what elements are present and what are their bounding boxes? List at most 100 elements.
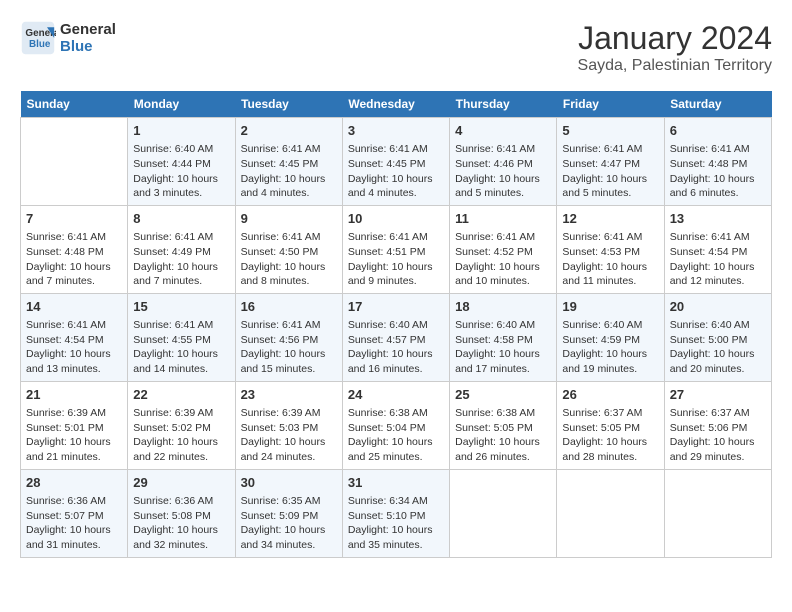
day-number: 2 — [241, 122, 337, 140]
logo-icon: General Blue — [20, 20, 56, 56]
calendar-week-row: 21 Sunrise: 6:39 AMSunset: 5:01 PMDayligh… — [21, 381, 772, 469]
calendar-cell: 11 Sunrise: 6:41 AMSunset: 4:52 PMDayligh… — [450, 205, 557, 293]
calendar-cell: 4Sunrise: 6:41 AMSunset: 4:46 PMDaylight… — [450, 118, 557, 206]
day-number: 24 — [348, 386, 444, 404]
calendar-cell: 17 Sunrise: 6:40 AMSunset: 4:57 PMDayligh… — [342, 293, 449, 381]
day-info: Sunrise: 6:40 AMSunset: 4:57 PMDaylight:… — [348, 318, 444, 377]
day-number: 7 — [26, 210, 122, 228]
day-number: 22 — [133, 386, 229, 404]
logo: General Blue General Blue — [20, 20, 116, 56]
calendar-week-row: 1 Sunrise: 6:40 AMSunset: 4:44 PMDaylight… — [21, 118, 772, 206]
calendar-cell: 10Sunrise: 6:41 AMSunset: 4:51 PMDayligh… — [342, 205, 449, 293]
calendar-cell: 22 Sunrise: 6:39 AMSunset: 5:02 PMDayligh… — [128, 381, 235, 469]
day-number: 14 — [26, 298, 122, 316]
day-info: Sunrise: 6:38 AMSunset: 5:05 PMDaylight:… — [455, 406, 551, 465]
day-info: Sunrise: 6:41 AMSunset: 4:45 PMDaylight:… — [348, 142, 444, 201]
day-info: Sunrise: 6:41 AMSunset: 4:45 PMDaylight:… — [241, 142, 337, 201]
calendar-cell — [21, 118, 128, 206]
day-info: Sunrise: 6:39 AMSunset: 5:02 PMDaylight:… — [133, 406, 229, 465]
day-info: Sunrise: 6:41 AMSunset: 4:48 PMDaylight:… — [670, 142, 766, 201]
calendar-cell: 20 Sunrise: 6:40 AMSunset: 5:00 PMDayligh… — [664, 293, 771, 381]
day-number: 5 — [562, 122, 658, 140]
day-info: Sunrise: 6:41 AMSunset: 4:55 PMDaylight:… — [133, 318, 229, 377]
calendar-cell: 30Sunrise: 6:35 AMSunset: 5:09 PMDayligh… — [235, 469, 342, 557]
day-number: 11 — [455, 210, 551, 228]
calendar-cell: 12 Sunrise: 6:41 AMSunset: 4:53 PMDayligh… — [557, 205, 664, 293]
day-info: Sunrise: 6:38 AMSunset: 5:04 PMDaylight:… — [348, 406, 444, 465]
calendar-cell: 29 Sunrise: 6:36 AMSunset: 5:08 PMDayligh… — [128, 469, 235, 557]
day-info: Sunrise: 6:41 AMSunset: 4:51 PMDaylight:… — [348, 230, 444, 289]
month-title: January 2024 — [578, 20, 772, 57]
day-number: 16 — [241, 298, 337, 316]
day-info: Sunrise: 6:40 AMSunset: 4:44 PMDaylight:… — [133, 142, 229, 201]
logo-general: General — [60, 21, 116, 38]
calendar-cell: 1 Sunrise: 6:40 AMSunset: 4:44 PMDaylight… — [128, 118, 235, 206]
calendar-cell — [450, 469, 557, 557]
calendar-cell: 14 Sunrise: 6:41 AMSunset: 4:54 PMDayligh… — [21, 293, 128, 381]
day-info: Sunrise: 6:40 AMSunset: 4:59 PMDaylight:… — [562, 318, 658, 377]
calendar-cell — [664, 469, 771, 557]
calendar-cell: 5 Sunrise: 6:41 AMSunset: 4:47 PMDaylight… — [557, 118, 664, 206]
col-header-wednesday: Wednesday — [342, 91, 449, 118]
logo-blue: Blue — [60, 38, 116, 55]
day-number: 26 — [562, 386, 658, 404]
day-info: Sunrise: 6:40 AMSunset: 4:58 PMDaylight:… — [455, 318, 551, 377]
calendar-week-row: 14 Sunrise: 6:41 AMSunset: 4:54 PMDayligh… — [21, 293, 772, 381]
col-header-tuesday: Tuesday — [235, 91, 342, 118]
day-number: 13 — [670, 210, 766, 228]
day-info: Sunrise: 6:34 AMSunset: 5:10 PMDaylight:… — [348, 494, 444, 553]
day-info: Sunrise: 6:36 AMSunset: 5:08 PMDaylight:… — [133, 494, 229, 553]
day-number: 23 — [241, 386, 337, 404]
col-header-friday: Friday — [557, 91, 664, 118]
calendar-cell: 9Sunrise: 6:41 AMSunset: 4:50 PMDaylight… — [235, 205, 342, 293]
calendar-cell: 25 Sunrise: 6:38 AMSunset: 5:05 PMDayligh… — [450, 381, 557, 469]
day-info: Sunrise: 6:35 AMSunset: 5:09 PMDaylight:… — [241, 494, 337, 553]
day-number: 4 — [455, 122, 551, 140]
calendar-cell: 26 Sunrise: 6:37 AMSunset: 5:05 PMDayligh… — [557, 381, 664, 469]
col-header-saturday: Saturday — [664, 91, 771, 118]
calendar-cell: 19 Sunrise: 6:40 AMSunset: 4:59 PMDayligh… — [557, 293, 664, 381]
day-number: 1 — [133, 122, 229, 140]
calendar-cell: 15 Sunrise: 6:41 AMSunset: 4:55 PMDayligh… — [128, 293, 235, 381]
calendar-cell: 8Sunrise: 6:41 AMSunset: 4:49 PMDaylight… — [128, 205, 235, 293]
svg-text:Blue: Blue — [29, 39, 51, 50]
day-number: 9 — [241, 210, 337, 228]
day-info: Sunrise: 6:37 AMSunset: 5:05 PMDaylight:… — [562, 406, 658, 465]
day-info: Sunrise: 6:41 AMSunset: 4:49 PMDaylight:… — [133, 230, 229, 289]
calendar-cell: 31 Sunrise: 6:34 AMSunset: 5:10 PMDayligh… — [342, 469, 449, 557]
col-header-sunday: Sunday — [21, 91, 128, 118]
day-info: Sunrise: 6:36 AMSunset: 5:07 PMDaylight:… — [26, 494, 122, 553]
calendar-cell — [557, 469, 664, 557]
day-info: Sunrise: 6:41 AMSunset: 4:48 PMDaylight:… — [26, 230, 122, 289]
day-info: Sunrise: 6:41 AMSunset: 4:47 PMDaylight:… — [562, 142, 658, 201]
calendar-cell: 13Sunrise: 6:41 AMSunset: 4:54 PMDayligh… — [664, 205, 771, 293]
day-info: Sunrise: 6:41 AMSunset: 4:54 PMDaylight:… — [26, 318, 122, 377]
day-info: Sunrise: 6:41 AMSunset: 4:53 PMDaylight:… — [562, 230, 658, 289]
day-number: 27 — [670, 386, 766, 404]
calendar-cell: 7 Sunrise: 6:41 AMSunset: 4:48 PMDaylight… — [21, 205, 128, 293]
location-subtitle: Sayda, Palestinian Territory — [578, 57, 772, 75]
day-info: Sunrise: 6:41 AMSunset: 4:56 PMDaylight:… — [241, 318, 337, 377]
day-number: 15 — [133, 298, 229, 316]
day-info: Sunrise: 6:41 AMSunset: 4:52 PMDaylight:… — [455, 230, 551, 289]
day-number: 28 — [26, 474, 122, 492]
day-number: 25 — [455, 386, 551, 404]
calendar-cell: 23Sunrise: 6:39 AMSunset: 5:03 PMDayligh… — [235, 381, 342, 469]
calendar-header-row: SundayMondayTuesdayWednesdayThursdayFrid… — [21, 91, 772, 118]
calendar-cell: 3Sunrise: 6:41 AMSunset: 4:45 PMDaylight… — [342, 118, 449, 206]
day-number: 12 — [562, 210, 658, 228]
day-number: 29 — [133, 474, 229, 492]
day-info: Sunrise: 6:39 AMSunset: 5:01 PMDaylight:… — [26, 406, 122, 465]
day-number: 19 — [562, 298, 658, 316]
calendar-cell: 21 Sunrise: 6:39 AMSunset: 5:01 PMDayligh… — [21, 381, 128, 469]
calendar-cell: 24 Sunrise: 6:38 AMSunset: 5:04 PMDayligh… — [342, 381, 449, 469]
day-number: 17 — [348, 298, 444, 316]
day-number: 31 — [348, 474, 444, 492]
day-info: Sunrise: 6:37 AMSunset: 5:06 PMDaylight:… — [670, 406, 766, 465]
calendar-week-row: 7 Sunrise: 6:41 AMSunset: 4:48 PMDaylight… — [21, 205, 772, 293]
calendar-cell: 6Sunrise: 6:41 AMSunset: 4:48 PMDaylight… — [664, 118, 771, 206]
day-number: 20 — [670, 298, 766, 316]
day-number: 21 — [26, 386, 122, 404]
col-header-monday: Monday — [128, 91, 235, 118]
day-info: Sunrise: 6:40 AMSunset: 5:00 PMDaylight:… — [670, 318, 766, 377]
